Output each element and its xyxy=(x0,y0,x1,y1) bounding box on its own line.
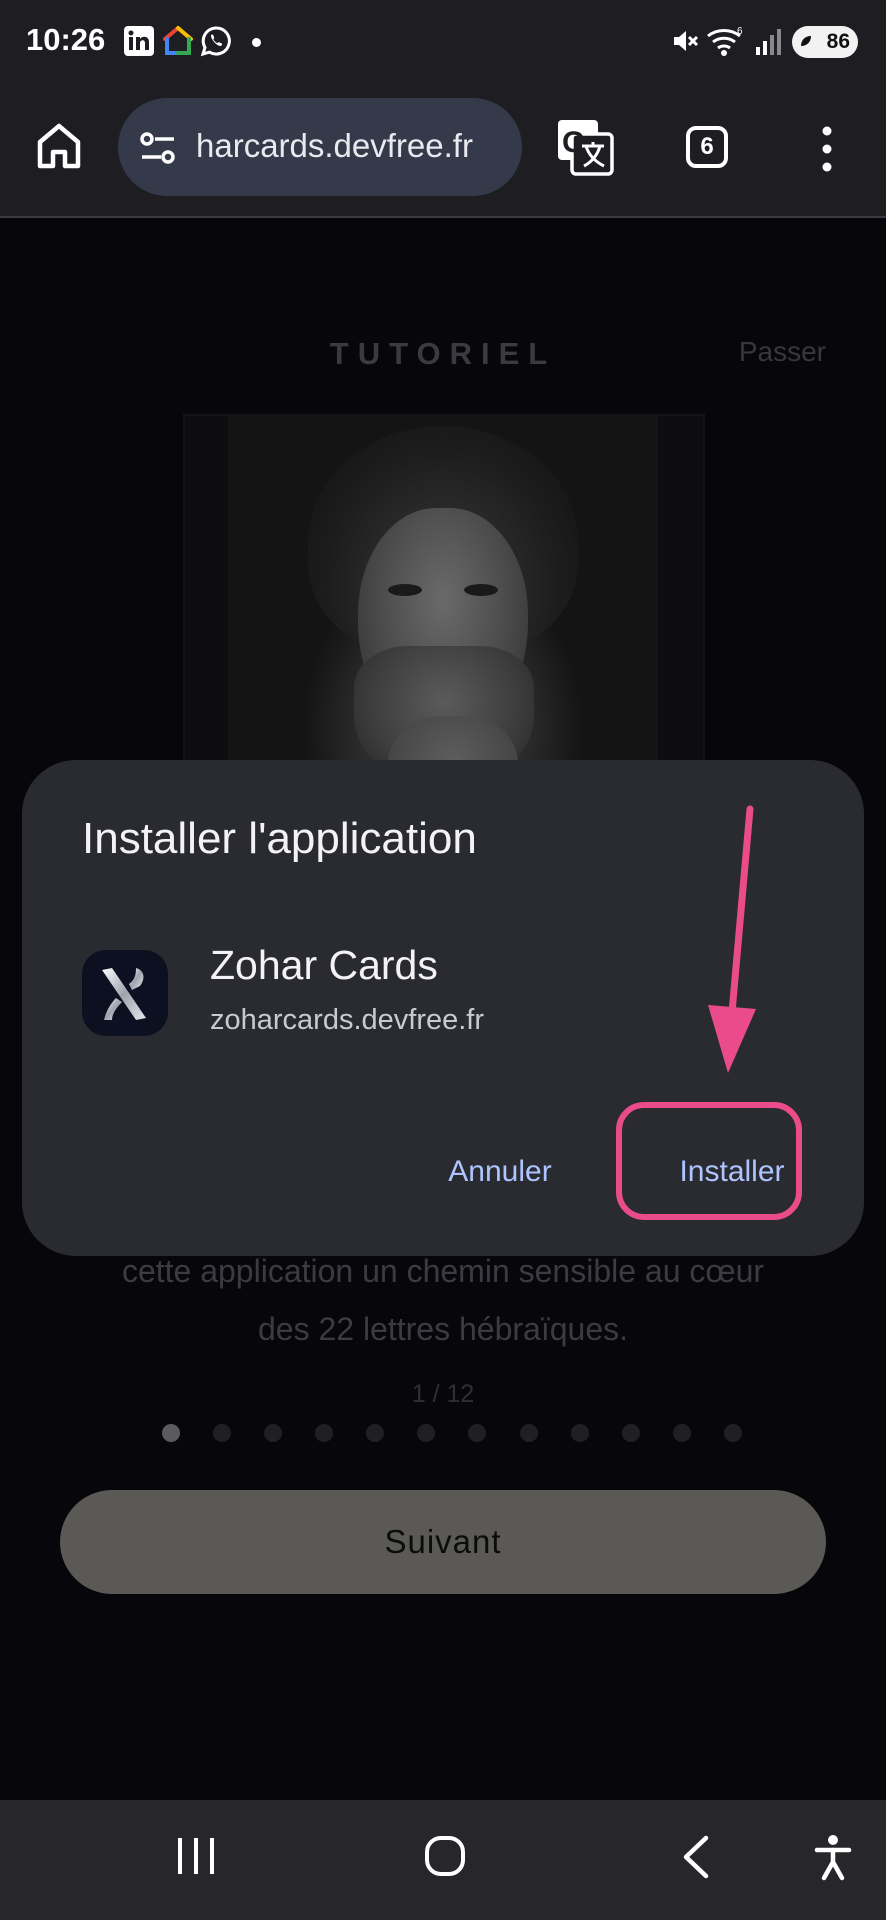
address-bar[interactable]: harcards.devfree.fr xyxy=(118,98,522,196)
status-bar: 10:26 6 86 xyxy=(0,0,886,84)
recents-icon[interactable] xyxy=(176,1834,216,1878)
url-text[interactable]: harcards.devfree.fr xyxy=(196,127,473,165)
pagination-dot[interactable] xyxy=(366,1424,385,1442)
tutorial-text: cette application un chemin sensible au … xyxy=(121,1253,765,1347)
pagination-dot[interactable] xyxy=(264,1424,283,1442)
skip-link[interactable]: Passer xyxy=(739,336,826,368)
battery-indicator: 86 xyxy=(792,26,858,58)
pagination-dot[interactable] xyxy=(723,1424,742,1442)
pagination-dot[interactable] xyxy=(417,1424,436,1442)
translate-icon[interactable]: G xyxy=(556,118,614,176)
pagination-dot[interactable] xyxy=(672,1424,691,1442)
next-button[interactable]: Suivant xyxy=(60,1490,826,1594)
dialog-title: Installer l'application xyxy=(82,814,477,863)
battery-level: 86 xyxy=(826,30,850,53)
notification-dot xyxy=(252,38,261,47)
app-name: Zohar Cards xyxy=(210,942,438,988)
pagination-dot[interactable] xyxy=(213,1424,232,1442)
pagination-dot[interactable] xyxy=(162,1424,180,1442)
whatsapp-icon xyxy=(200,26,231,57)
install-highlight-box xyxy=(616,1102,802,1220)
system-nav-bar xyxy=(0,1800,886,1920)
wifi-icon: 6 xyxy=(707,26,743,56)
menu-icon[interactable] xyxy=(822,126,832,172)
app-icon xyxy=(82,950,168,1036)
home-circle-icon[interactable] xyxy=(424,1834,466,1878)
pagination-dot[interactable] xyxy=(468,1424,487,1442)
pointer-arrow-icon xyxy=(708,805,756,1073)
pagination-dot[interactable] xyxy=(570,1424,589,1442)
google-home-icon xyxy=(163,26,193,55)
pagination-dot[interactable] xyxy=(519,1424,538,1442)
pagination-dot[interactable] xyxy=(621,1424,640,1442)
cancel-button[interactable]: Annuler xyxy=(400,1142,600,1202)
app-url: zoharcards.devfree.fr xyxy=(210,1004,485,1036)
svg-text:6: 6 xyxy=(737,26,743,37)
home-icon[interactable] xyxy=(36,122,82,170)
signal-icon xyxy=(756,29,781,55)
pagination-dot[interactable] xyxy=(315,1424,334,1442)
mute-icon xyxy=(674,31,699,51)
linkedin-icon xyxy=(124,26,154,56)
accessibility-icon[interactable] xyxy=(814,1834,852,1882)
back-icon[interactable] xyxy=(678,1834,712,1880)
svg-text:G: G xyxy=(562,126,585,159)
power-saving-icon xyxy=(801,36,811,46)
browser-toolbar: harcards.devfree.fr G 6 xyxy=(0,84,886,218)
aleph-logo-icon xyxy=(102,968,146,1020)
slide-counter: 1 / 12 xyxy=(411,1380,475,1408)
pagination-dots xyxy=(162,1424,742,1444)
site-settings-icon[interactable] xyxy=(138,128,178,168)
tab-switcher-button[interactable]: 6 xyxy=(686,126,728,168)
clock: 10:26 xyxy=(26,22,106,57)
